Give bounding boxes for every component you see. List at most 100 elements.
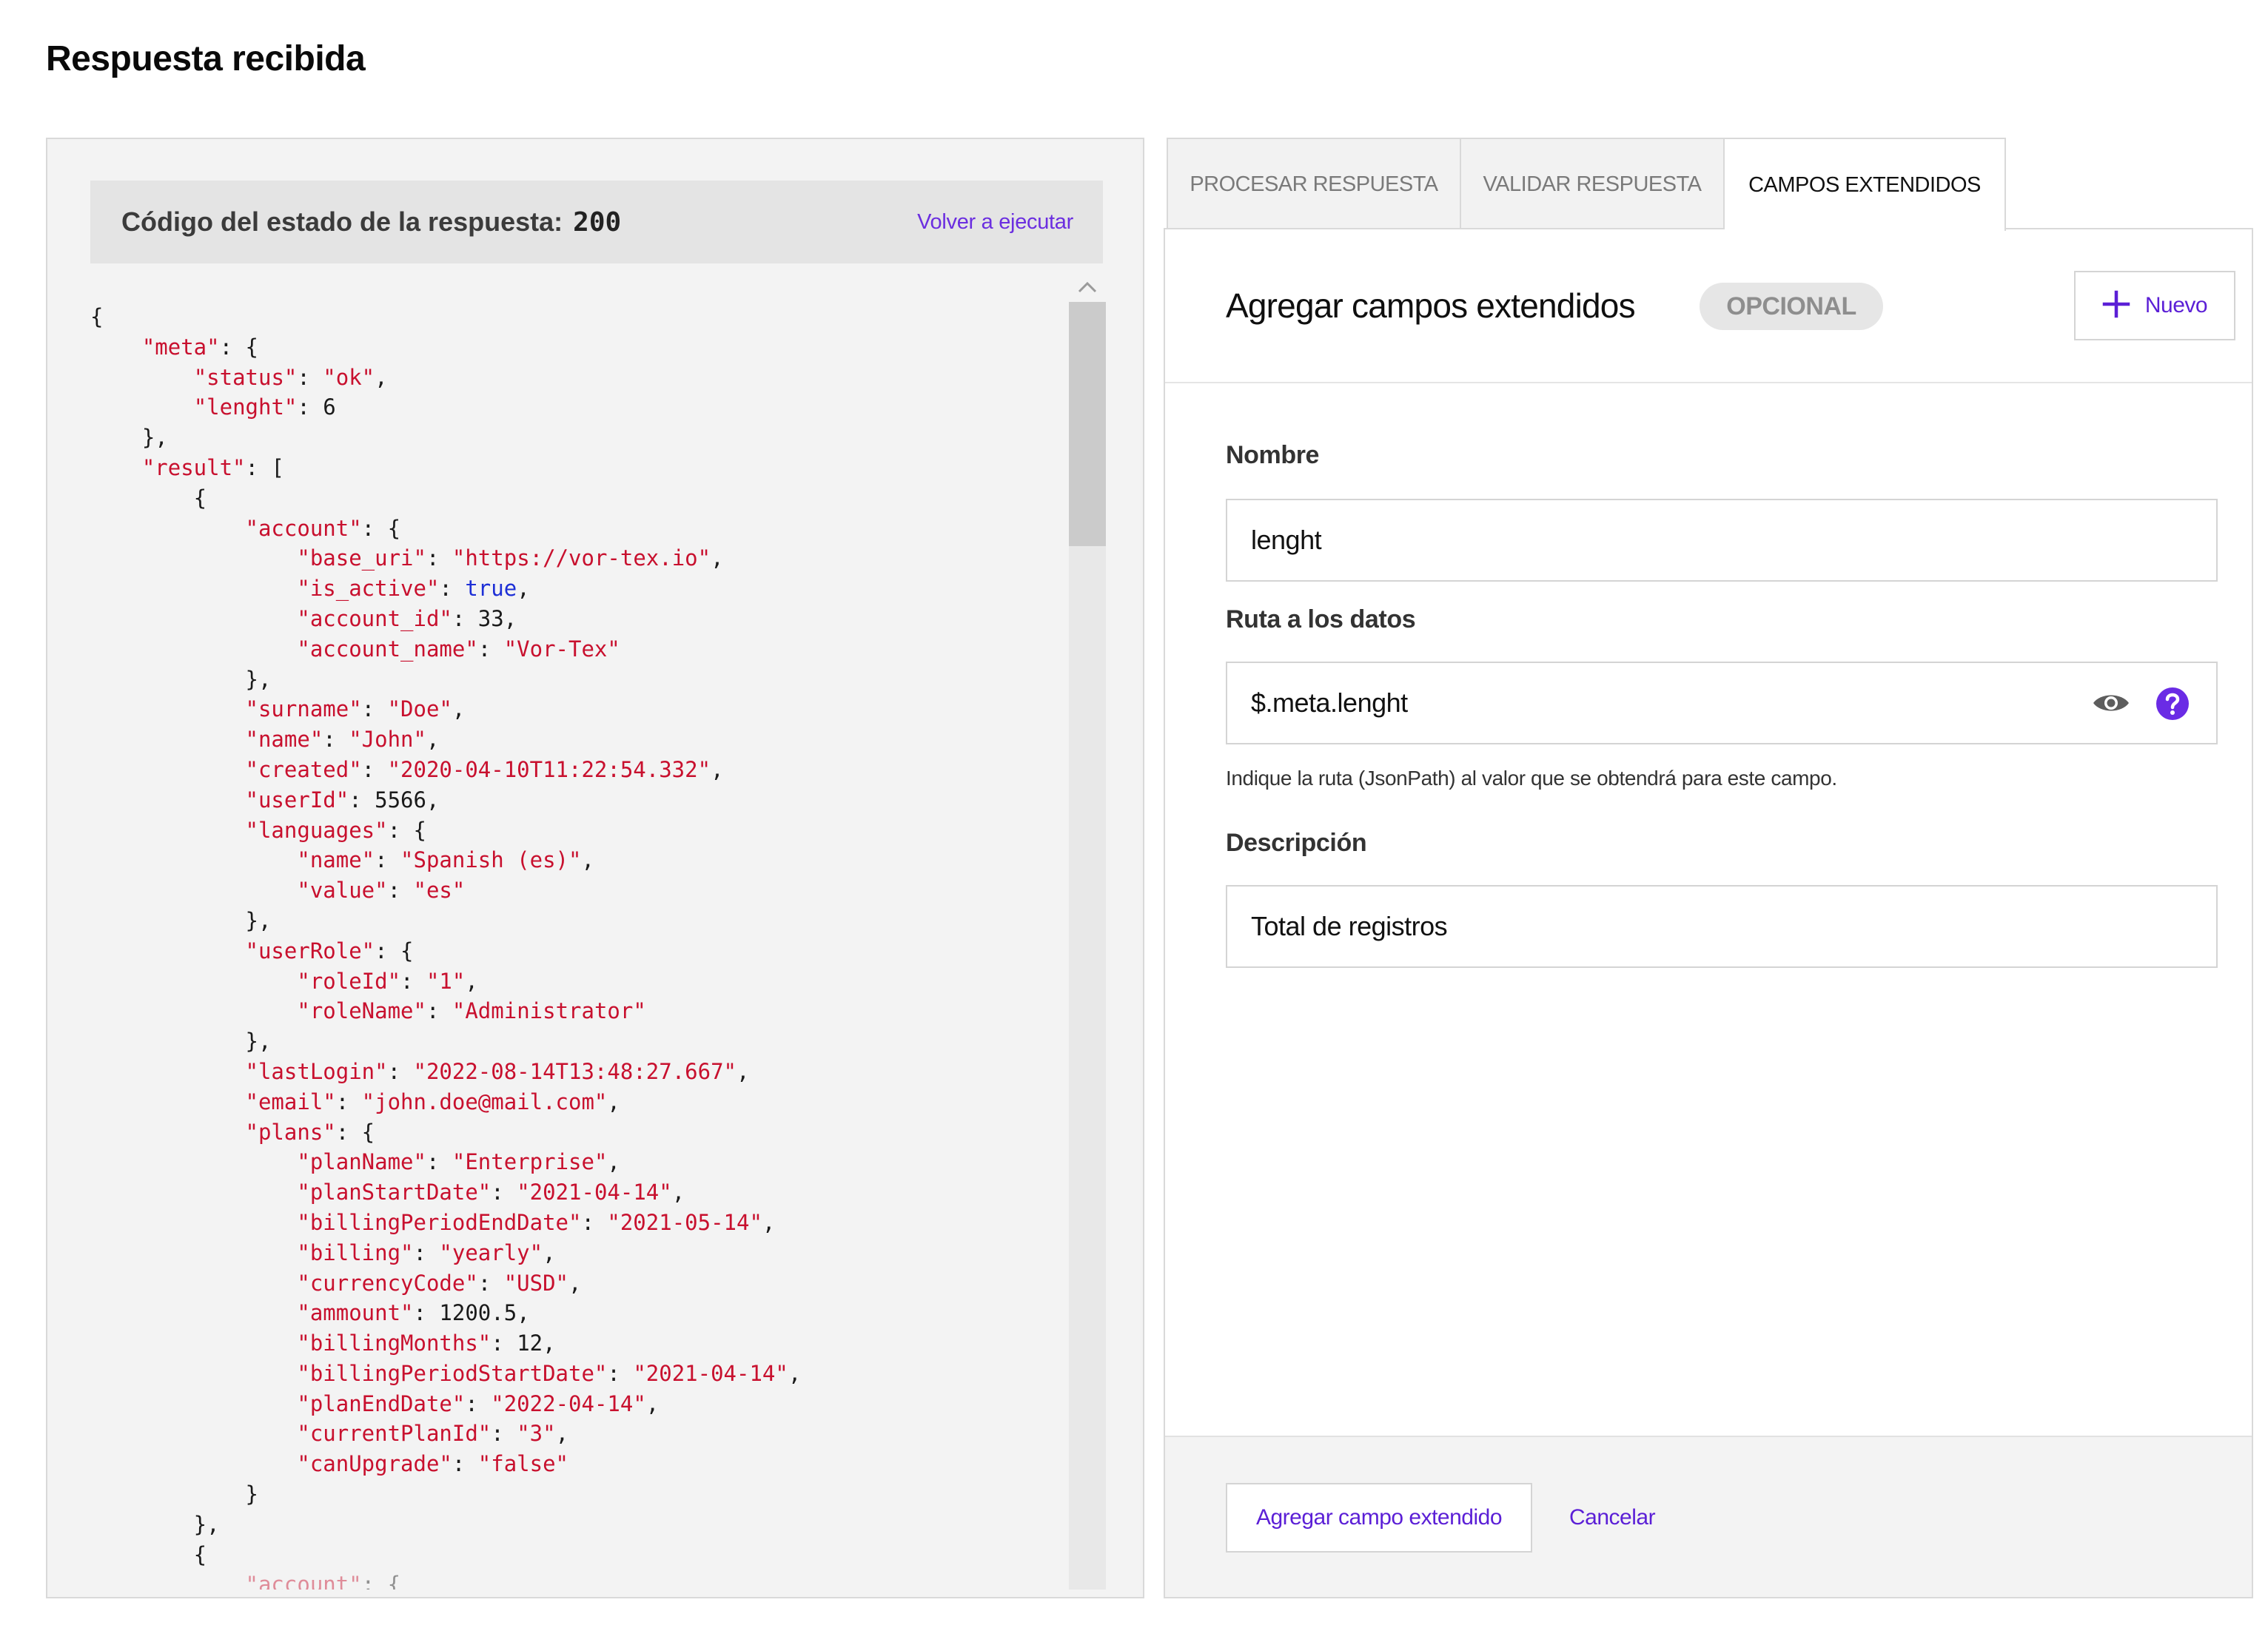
path-field[interactable] (1226, 662, 2218, 744)
path-helper-text: Indique la ruta (JsonPath) al valor que … (1226, 767, 1837, 790)
new-field-button[interactable]: Nuevo (2074, 271, 2235, 340)
json-token: : (491, 1421, 517, 1447)
json-token: "canUpgrade" (297, 1451, 452, 1477)
page-title: Respuesta recibida (46, 39, 366, 78)
json-token: : (426, 998, 452, 1024)
json-token: { (90, 485, 207, 511)
description-field-label: Descripción (1226, 829, 1367, 857)
json-token: : (349, 787, 375, 813)
json-line: "base_uri": "https://vor-tex.io", (90, 543, 1053, 574)
json-line: "currentPlanId": "3", (90, 1419, 1053, 1449)
json-token: "Vor-Tex" (503, 636, 620, 662)
json-line: "email": "john.doe@mail.com", (90, 1087, 1053, 1117)
json-line: "created": "2020-04-10T11:22:54.332", (90, 755, 1053, 785)
json-token: , (762, 1209, 776, 1235)
json-line: "is_active": true, (90, 574, 1053, 604)
json-token: : (439, 576, 466, 602)
json-token: : (297, 394, 323, 420)
json-token: "Enterprise" (452, 1149, 608, 1175)
json-line: "lastLogin": "2022-08-14T13:48:27.667", (90, 1057, 1053, 1087)
json-line: }, (90, 1026, 1053, 1057)
json-token: : (477, 1270, 504, 1296)
json-line: "currencyCode": "USD", (90, 1268, 1053, 1299)
json-token: : (413, 1240, 440, 1265)
json-token: { (90, 304, 104, 329)
json-token: : { (361, 515, 401, 541)
json-token: , (452, 696, 466, 722)
tab-procesar-respuesta[interactable]: PROCESAR RESPUESTA (1167, 138, 1461, 229)
json-token: "userRole" (245, 938, 375, 963)
json-token: "account_name" (297, 636, 478, 662)
json-token: : { (387, 817, 426, 843)
json-token: , (503, 605, 517, 631)
json-token: "roleName" (297, 998, 426, 1024)
response-tabs: PROCESAR RESPUESTA VALIDAR RESPUESTA CAM… (1167, 138, 2006, 231)
json-token: "es" (413, 878, 466, 904)
scroll-down-icon[interactable] (1069, 1591, 1106, 1597)
json-line: "account_name": "Vor-Tex" (90, 634, 1053, 665)
json-token: "lastLogin" (245, 1058, 388, 1084)
json-token: "account_id" (297, 605, 452, 631)
json-token: "2021-05-14" (607, 1209, 762, 1235)
json-token: , (375, 364, 388, 390)
description-field[interactable] (1226, 885, 2218, 968)
name-field-label: Nombre (1226, 441, 1320, 469)
json-token: , (568, 1270, 582, 1296)
json-scrollbar[interactable] (1069, 302, 1106, 1590)
json-token: }, (90, 907, 272, 933)
json-token: 5566 (375, 787, 426, 813)
json-scrollbar-thumb[interactable] (1069, 302, 1106, 546)
json-token: : (581, 1209, 608, 1235)
json-token: "account" (245, 515, 362, 541)
add-extended-field-button[interactable]: Agregar campo extendido (1226, 1483, 1532, 1553)
json-token: : (361, 756, 388, 782)
rerun-link[interactable]: Volver a ejecutar (917, 210, 1073, 235)
json-token: "billingPeriodEndDate" (297, 1209, 582, 1235)
json-token: : (426, 545, 452, 571)
json-token: "yearly" (439, 1240, 543, 1265)
json-token: "billing" (297, 1240, 414, 1265)
help-circle-icon[interactable] (2155, 687, 2190, 724)
json-line: "planStartDate": "2021-04-14", (90, 1177, 1053, 1208)
json-token: "2021-04-14" (517, 1180, 672, 1205)
response-status-bar: Código del estado de la respuesta: 200 V… (90, 181, 1103, 263)
json-line: }, (90, 1510, 1053, 1540)
json-token: "https://vor-tex.io" (452, 545, 711, 571)
json-token: , (426, 727, 440, 753)
json-token: "currentPlanId" (297, 1421, 491, 1447)
json-token: : (361, 696, 388, 722)
json-line: "billingMonths": 12, (90, 1328, 1053, 1359)
json-token: 6 (323, 394, 336, 420)
tab-campos-extendidos[interactable]: CAMPOS EXTENDIDOS (1725, 138, 2006, 231)
json-line: "billingPeriodEndDate": "2021-05-14", (90, 1208, 1053, 1238)
json-line: "result": [ (90, 453, 1053, 483)
cancel-link[interactable]: Cancelar (1569, 1483, 1656, 1553)
tab-validar-respuesta[interactable]: VALIDAR RESPUESTA (1461, 138, 1725, 229)
json-token: "name" (297, 847, 375, 873)
json-token: "value" (297, 878, 388, 904)
eye-icon[interactable] (2092, 691, 2130, 719)
json-token: : (426, 1149, 452, 1175)
scroll-up-icon[interactable] (1069, 272, 1106, 302)
json-token: "surname" (245, 696, 362, 722)
json-token: , (788, 1360, 802, 1386)
json-token: , (671, 1180, 685, 1205)
name-field[interactable] (1226, 499, 2218, 582)
json-line: "lenght": 6 (90, 392, 1053, 423)
json-line: "languages": { (90, 815, 1053, 846)
json-token: "created" (245, 756, 362, 782)
json-token: , (517, 576, 530, 602)
json-line: "plans": { (90, 1117, 1053, 1148)
json-token: "email" (245, 1089, 336, 1114)
